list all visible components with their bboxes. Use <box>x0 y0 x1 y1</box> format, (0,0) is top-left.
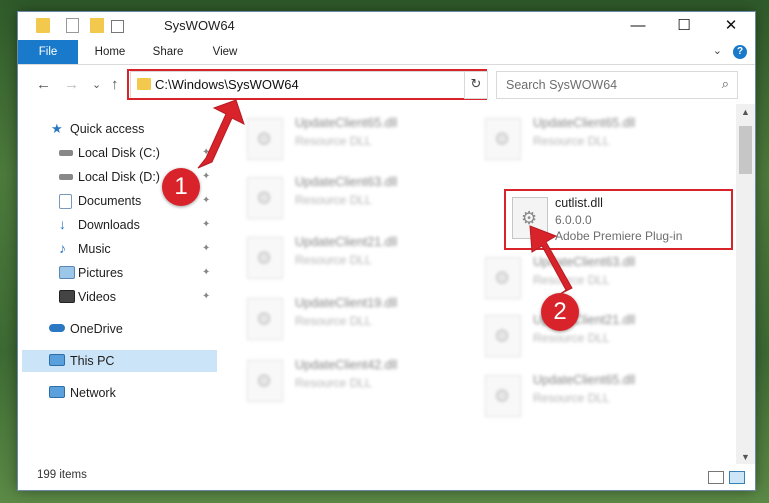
callout-arrows <box>197 99 573 295</box>
callout-2: 2 <box>541 293 579 331</box>
callout-1: 1 <box>162 168 200 206</box>
arrow-1 <box>197 99 245 169</box>
arrow-2 <box>529 225 573 295</box>
